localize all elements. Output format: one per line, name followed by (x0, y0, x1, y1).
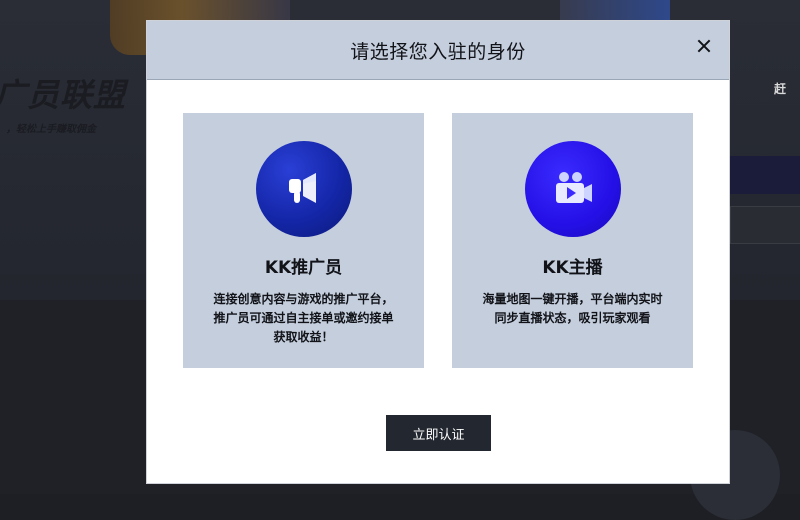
background-hero-title: 广员联盟 (0, 76, 127, 114)
card-title: KK推广员 (264, 258, 343, 278)
video-camera-icon (524, 141, 621, 237)
card-title: KK主播 (542, 258, 603, 278)
background-right-button (730, 156, 800, 194)
background-right-text: 赶 (774, 82, 787, 96)
megaphone-icon (255, 141, 352, 237)
verify-now-button[interactable]: 立即认证 (386, 415, 491, 451)
close-icon[interactable] (695, 37, 713, 55)
background-right-input (730, 206, 800, 244)
modal-header: 请选择您入驻的身份 (147, 21, 729, 80)
card-kk-promoter[interactable]: KK推广员 连接创意内容与游戏的推广平台，推广员可通过自主接单或邀约接单获取收益… (183, 113, 424, 368)
identity-select-modal: 请选择您入驻的身份 KK推广员 连接创意内容与游戏的推广平台，推广员可通过自主接… (146, 20, 730, 484)
card-kk-streamer[interactable]: KK主播 海量地图一键开播，平台端内实时同步直播状态，吸引玩家观看 (452, 113, 693, 368)
background-hero-subtitle: ，轻松上手赚取佣金 (6, 124, 96, 135)
modal-title: 请选择您入驻的身份 (350, 40, 526, 63)
card-description: 连接创意内容与游戏的推广平台，推广员可通过自主接单或邀约接单获取收益！ (213, 292, 394, 344)
card-description: 海量地图一键开播，平台端内实时同步直播状态，吸引玩家观看 (482, 292, 663, 325)
